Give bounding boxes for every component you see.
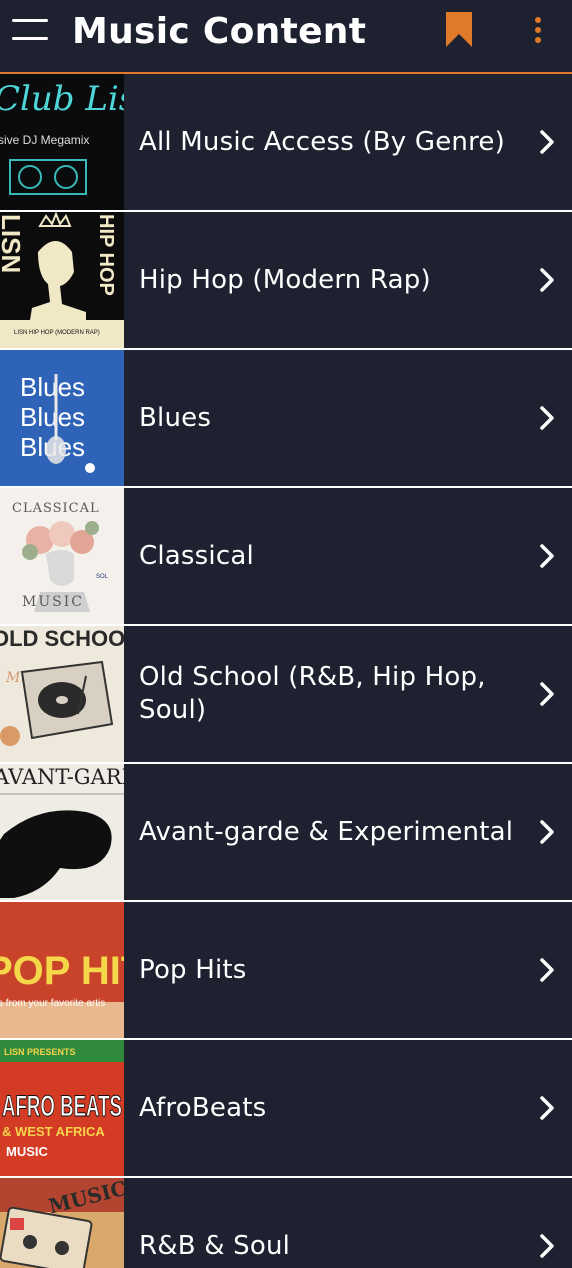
item-label: Hip Hop (Modern Rap) [139,264,431,295]
thumb-subtitle: s from your favorite artis [0,998,105,1009]
list-item-pop-hits[interactable]: POP HITS s from your favorite artis Pop … [0,902,572,1040]
app-header: Music Content [0,0,572,74]
list-item-classical[interactable]: CLASSICAL MUSIC SOL Classical [0,488,572,626]
thumb-title: AVANT-GARDE [0,765,124,789]
album-thumbnail: AVANT-GARDE [0,764,124,900]
thumb-subtitle: MUSIC [22,594,84,610]
item-label: Blues [139,402,212,433]
bookmark-icon[interactable] [444,12,474,48]
chevron-right-icon [540,1234,554,1258]
album-thumbnail: Club Lisn sive DJ Megamix [0,74,124,210]
thumb-title: Club Lisn [0,79,124,119]
item-label: Pop Hits [139,954,247,985]
thumb-badge: SOL [96,574,109,580]
album-thumbnail: LISN HIP HOP LISN HIP HOP (MODERN RAP) [0,212,124,348]
thumb-tag: LISN PRESENTS [4,1047,76,1057]
chevron-right-icon [540,406,554,430]
thumb-side-text: HIP HOP [95,214,117,296]
svg-text:Blues: Blues [20,402,85,432]
thumb-subtitle: sive DJ Megamix [0,133,89,147]
thumb-title: POP HITS [0,949,124,993]
list-item-all-music[interactable]: Club Lisn sive DJ Megamix All Music Acce… [0,74,572,212]
thumb-subtitle: & WEST AFRICA [2,1124,105,1139]
list-item-old-school[interactable]: OLD SCHOOL Music Old School (R&B, Hip Ho… [0,626,572,764]
chevron-right-icon [540,268,554,292]
thumb-title: AFRO BEATS [2,1090,122,1123]
list-item-afrobeats[interactable]: LISN PRESENTS AFRO BEATS & WEST AFRICA M… [0,1040,572,1178]
page-title: Music Content [72,11,367,52]
thumb-title: Blues [20,372,85,402]
album-thumbnail: Blues Blues Blues [0,350,124,486]
thumb-subtitle-2: MUSIC [6,1144,49,1159]
chevron-right-icon [540,544,554,568]
list-item-hip-hop[interactable]: LISN HIP HOP LISN HIP HOP (MODERN RAP) H… [0,212,572,350]
item-label: Avant-garde & Experimental [139,816,514,847]
chevron-right-icon [540,1096,554,1120]
album-thumbnail: OLD SCHOOL Music [0,626,124,762]
chevron-right-icon [540,130,554,154]
thumb-title: CLASSICAL [12,501,100,516]
more-vertical-icon[interactable] [526,14,550,46]
thumb-title: LISN [0,214,26,273]
chevron-right-icon [540,820,554,844]
thumb-subtitle: LISN HIP HOP (MODERN RAP) [14,330,100,336]
album-thumbnail: CLASSICAL MUSIC SOL [0,488,124,624]
item-label: AfroBeats [139,1092,267,1123]
album-thumbnail: POP HITS s from your favorite artis [0,902,124,1038]
hamburger-menu-icon[interactable] [12,17,48,43]
list-item-avant-garde[interactable]: AVANT-GARDE Avant-garde & Experimental [0,764,572,902]
chevron-right-icon [540,958,554,982]
item-label: All Music Access (By Genre) [139,126,505,157]
item-label: Classical [139,540,254,571]
list-item-blues[interactable]: Blues Blues Blues Blues [0,350,572,488]
album-thumbnail: MUSIC [0,1178,124,1268]
list-item-rnb-soul[interactable]: MUSIC R&B & Soul [0,1178,572,1268]
genre-list: Club Lisn sive DJ Megamix All Music Acce… [0,74,572,1268]
chevron-right-icon [540,682,554,706]
thumb-title: OLD SCHOOL [0,626,124,651]
item-label: Old School (R&B, Hip Hop, Soul) [139,662,486,725]
album-thumbnail: LISN PRESENTS AFRO BEATS & WEST AFRICA M… [0,1040,124,1176]
item-label: R&B & Soul [139,1230,291,1261]
